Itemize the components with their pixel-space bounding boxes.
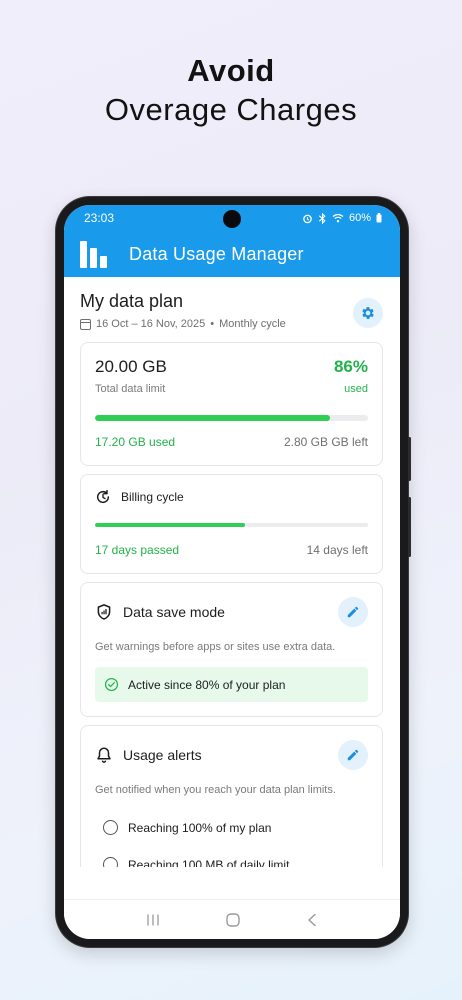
data-save-active-status: Active since 80% of your plan: [95, 667, 368, 702]
plan-title: My data plan: [80, 291, 184, 311]
battery-icon: [376, 213, 382, 223]
bluetooth-icon: [318, 212, 326, 224]
bar-chart-icon: [80, 240, 107, 268]
status-time: 23:03: [84, 211, 115, 225]
radio-button[interactable]: [103, 857, 118, 867]
marketing-headline: Avoid Overage Charges: [0, 52, 462, 130]
wifi-icon: [332, 213, 344, 223]
billing-progress-fill: [95, 523, 245, 527]
data-save-card: Data save mode Get warnings before apps …: [80, 582, 383, 717]
days-passed-text: 17 days passed: [95, 543, 180, 557]
back-icon[interactable]: [306, 913, 318, 927]
status-bar: 23:03 60%: [64, 205, 400, 231]
alert-option-100-percent[interactable]: Reaching 100% of my plan: [103, 820, 368, 835]
check-circle-icon: [104, 677, 119, 692]
front-camera: [223, 210, 241, 228]
home-icon[interactable]: [225, 912, 241, 928]
used-percent-label: used: [344, 383, 368, 395]
phone-screen: 23:03 60% Data Usage Manager My data pla…: [64, 205, 400, 939]
data-usage-progress-bar: [95, 415, 368, 421]
usage-alerts-card: Usage alerts Get notified when you reach…: [80, 725, 383, 867]
status-icons: 60%: [302, 212, 382, 224]
alert-option-daily-limit[interactable]: Reaching 100 MB of daily limit: [103, 857, 368, 867]
alert-option-label: Reaching 100% of my plan: [128, 820, 272, 835]
pencil-icon: [347, 749, 359, 761]
alarm-icon: [303, 214, 312, 223]
days-left-text: 14 days left: [306, 543, 368, 557]
plan-header: My data plan 16 Oct – 16 Nov, 2025 • Mon…: [80, 291, 383, 330]
headline-line-1: Avoid: [187, 53, 275, 88]
data-usage-progress-fill: [95, 415, 330, 421]
refresh-clock-icon: [96, 489, 110, 504]
app-bar: Data Usage Manager: [64, 231, 400, 277]
used-percent: 86%: [333, 357, 368, 376]
data-save-description: Get warnings before apps or sites use ex…: [95, 641, 336, 653]
recent-apps-icon[interactable]: [146, 913, 160, 927]
radio-button[interactable]: [103, 820, 118, 835]
main-content[interactable]: My data plan 16 Oct – 16 Nov, 2025 • Mon…: [64, 277, 400, 867]
calendar-icon: [80, 318, 91, 330]
system-nav-bar: [64, 899, 400, 939]
total-data-limit: 20.00 GB: [95, 357, 167, 376]
total-data-limit-label: Total data limit: [95, 383, 166, 395]
plan-separator: •: [210, 318, 215, 330]
plan-date-range: 16 Oct – 16 Nov, 2025: [96, 318, 206, 330]
plan-subtitle: 16 Oct – 16 Nov, 2025 • Monthly cycle: [80, 318, 286, 330]
app-title: Data Usage Manager: [129, 243, 304, 264]
data-save-active-text: Active since 80% of your plan: [128, 677, 286, 692]
data-left-text: 2.80 GB GB left: [283, 435, 368, 449]
billing-progress-bar: [95, 523, 368, 527]
billing-cycle-header: Billing cycle: [95, 489, 368, 505]
billing-cycle-card: Billing cycle 17 days passed 14 days lef…: [80, 474, 383, 574]
gear-icon: [362, 307, 374, 319]
shield-icon: [97, 604, 111, 620]
data-used-text: 17.20 GB used: [95, 435, 176, 449]
edit-usage-alerts-button[interactable]: [338, 740, 368, 770]
usage-alerts-header: Usage alerts: [95, 746, 202, 764]
usage-alerts-title: Usage alerts: [123, 747, 202, 763]
settings-button[interactable]: [353, 298, 383, 328]
volume-button: [408, 437, 411, 481]
usage-alerts-description: Get notified when you reach your data pl…: [95, 784, 336, 796]
billing-cycle-title: Billing cycle: [121, 490, 184, 504]
alert-option-label: Reaching 100 MB of daily limit: [128, 857, 290, 868]
headline-line-2: Overage Charges: [104, 92, 358, 127]
battery-percent: 60%: [348, 212, 371, 224]
data-limit-card: 20.00 GB Total data limit 86% used 17.20…: [80, 342, 383, 466]
plan-cycle-type: Monthly cycle: [219, 318, 286, 330]
pencil-icon: [347, 606, 359, 618]
power-button: [408, 497, 411, 557]
edit-data-save-button[interactable]: [338, 597, 368, 627]
data-save-title: Data save mode: [123, 604, 225, 620]
phone-frame: 23:03 60% Data Usage Manager My data pla…: [56, 197, 411, 947]
data-save-header: Data save mode: [95, 603, 225, 621]
bell-icon: [97, 747, 111, 763]
